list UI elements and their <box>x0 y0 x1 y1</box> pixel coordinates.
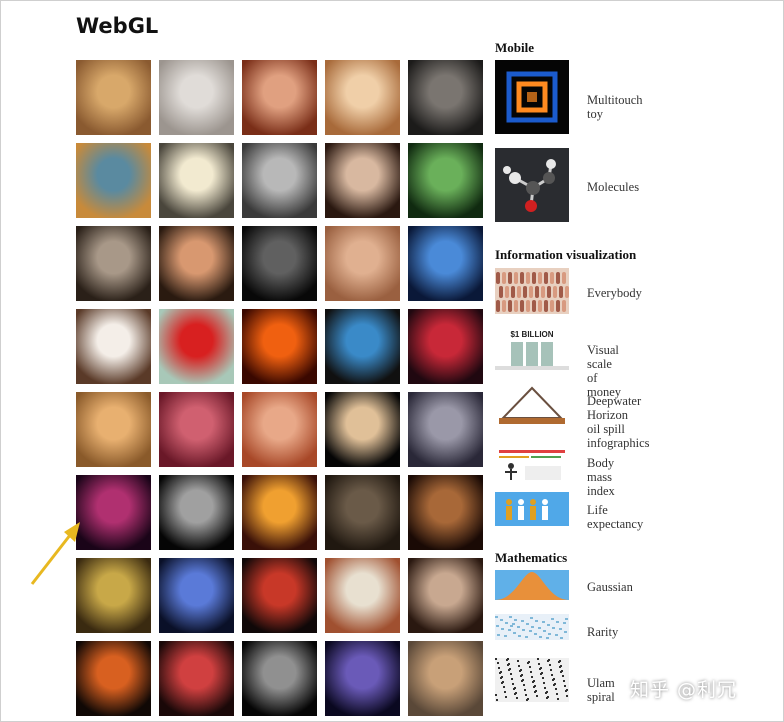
thumbnail-red-soldier[interactable] <box>242 558 317 633</box>
thumbnail-purple-sphere[interactable] <box>76 475 151 550</box>
thumbnail-red-crowd[interactable] <box>408 309 483 384</box>
thumbnail-blue-stage[interactable] <box>159 558 234 633</box>
thumbnail-blue-robot[interactable] <box>408 226 483 301</box>
section-title-infovis: Information visualization <box>495 247 637 262</box>
people-figures-icon <box>495 492 569 531</box>
sidebar-item-crowd[interactable]: Everybody <box>495 268 642 319</box>
crowd-icon <box>495 268 569 319</box>
thumbnail-warriors[interactable] <box>325 475 400 550</box>
thumbnail-bald-head[interactable] <box>325 143 400 218</box>
sidebar-item-label: Life expectancy <box>587 503 644 531</box>
thumbnail-canyon-rock[interactable] <box>242 392 317 467</box>
thumbnail-blonde-woman[interactable] <box>325 60 400 135</box>
pointer-arrow-icon <box>30 522 80 585</box>
rarity-icon <box>495 614 569 645</box>
thumbnail-dancer[interactable] <box>408 392 483 467</box>
thumbnail-desert-truck[interactable] <box>408 641 483 716</box>
sidebar-item-glow-squares[interactable]: Multitouch toy <box>495 60 643 139</box>
thumbnail-van-gogh[interactable] <box>76 143 151 218</box>
sidebar-item-ulam[interactable]: Ulam spiral <box>495 658 615 707</box>
thumbnail-shadow-face[interactable] <box>242 226 317 301</box>
section-title-mobile: Mobile <box>495 40 534 55</box>
sidebar-item-people-figures[interactable]: Life expectancy <box>495 492 643 531</box>
sidebar-item-molecule[interactable]: Molecules <box>495 148 639 227</box>
thumbnail-venus[interactable] <box>76 60 151 135</box>
thumbnail-green-face[interactable] <box>408 143 483 218</box>
thumbnail-cartoon-heroes[interactable] <box>325 558 400 633</box>
ulam-icon <box>495 658 569 707</box>
thumbnail-smiling-girl[interactable] <box>159 226 234 301</box>
section-title-math: Mathematics <box>495 550 568 565</box>
sidebar-item-gaussian[interactable]: Gaussian <box>495 570 633 605</box>
thumbnail-warrior-close[interactable] <box>408 475 483 550</box>
thumbnail-glowing-door[interactable] <box>242 475 317 550</box>
thumbnail-angry-face[interactable] <box>325 226 400 301</box>
thumbnail-skull[interactable] <box>242 641 317 716</box>
thumbnail-space-shuttle[interactable] <box>325 641 400 716</box>
thumbnail-dark-hair-woman[interactable] <box>76 226 151 301</box>
thumbnail-night-earth[interactable] <box>159 475 234 550</box>
molecule-icon <box>495 148 569 227</box>
demo-grid <box>76 60 483 716</box>
thumbnail-jupiter[interactable] <box>325 392 400 467</box>
page-title: WebGL <box>76 14 159 38</box>
thumbnail-redhead-face[interactable] <box>242 60 317 135</box>
thumbnail-patterned-blocks[interactable] <box>76 558 151 633</box>
thumbnail-fire-silhouettes[interactable] <box>242 309 317 384</box>
sidebar-item-label: Molecules <box>587 180 640 194</box>
sidebar-item-label: Deepwater Horizon oil spill infographics <box>587 394 650 450</box>
sidebar-item-label: Body mass index <box>587 456 615 498</box>
thumbnail-man-bust[interactable] <box>408 558 483 633</box>
sidebar-item-label: Gaussian <box>587 580 633 594</box>
gaussian-icon <box>495 570 569 605</box>
sidebar-item-label: Rarity <box>587 625 619 639</box>
sidebar-item-bmi-chart[interactable]: Body mass index <box>495 444 615 498</box>
watermark: 知乎 @利冗 <box>630 679 738 701</box>
sidebar-item-label: Multitouch toy <box>587 93 643 121</box>
thumbnail-red-robots[interactable] <box>159 641 234 716</box>
bmi-chart-icon <box>495 444 569 495</box>
thumbnail-red-crystals[interactable] <box>159 392 234 467</box>
thumbnail-woman-face-grey[interactable] <box>159 60 234 135</box>
thumbnail-brunette-smile[interactable] <box>76 309 151 384</box>
sidebar-item-label: Visual scale of money <box>587 343 622 399</box>
sidebar-item-label: Everybody <box>587 286 642 300</box>
sidebar-item-rarity[interactable]: Rarity <box>495 614 618 645</box>
sidebar-item-label: Ulam spiral <box>587 676 615 704</box>
money-stacks-icon: $1 BILLION <box>495 328 569 379</box>
thumbnail-red-car[interactable] <box>159 309 234 384</box>
thumbnail-cat[interactable] <box>76 392 151 467</box>
sidebar-item-pyramid[interactable]: Deepwater Horizon oil spill infographics <box>495 382 649 450</box>
glow-squares-icon <box>495 60 569 139</box>
thumbnail-einstein[interactable] <box>242 143 317 218</box>
thumbnail-lava-rocks[interactable] <box>76 641 151 716</box>
thumbnail-sketch-portrait[interactable] <box>159 143 234 218</box>
thumbnail-man-face-dark[interactable] <box>408 60 483 135</box>
thumbnail-earth-globe[interactable] <box>325 309 400 384</box>
pyramid-icon <box>495 382 569 443</box>
svg-text:$1 BILLION: $1 BILLION <box>510 330 553 339</box>
sidebar-item-money-stacks[interactable]: $1 BILLION Visual scale of money <box>495 328 621 399</box>
